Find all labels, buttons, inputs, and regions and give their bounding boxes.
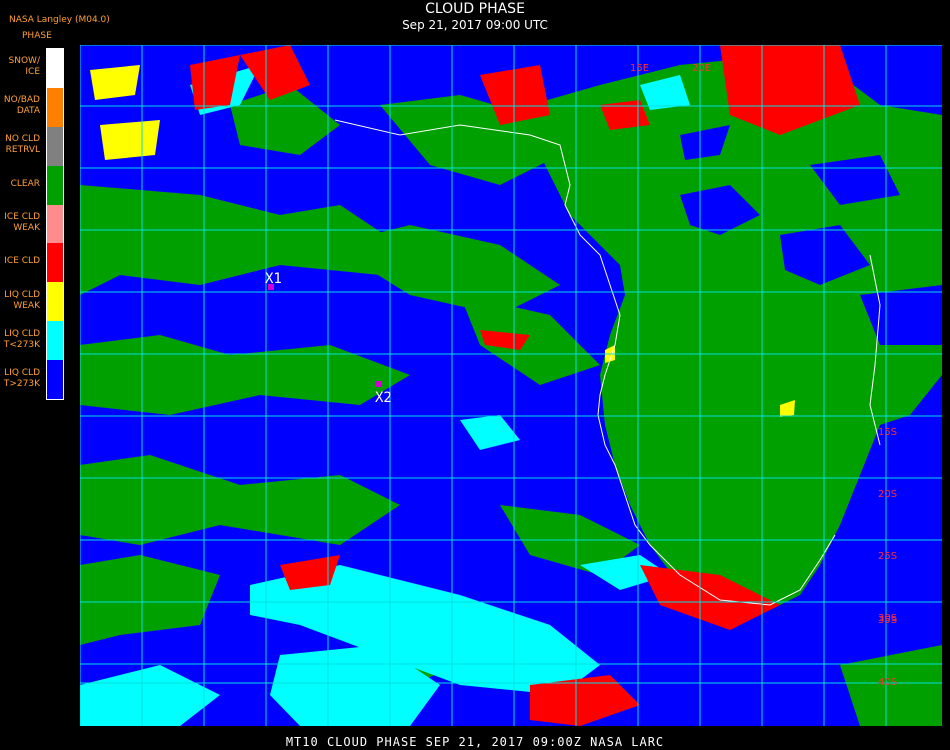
footer-caption: MT10 CLOUD PHASE SEP 21, 2017 09:00Z NAS…: [285, 735, 665, 749]
legend-swatch: [47, 165, 63, 205]
legend-label-line: ICE CLD: [4, 256, 40, 267]
legend-swatch: [47, 360, 63, 399]
marker-x1-label: X1: [265, 271, 282, 287]
legend-label-line: ICE CLD: [4, 212, 40, 222]
legend-label: NO/BAD DATA: [0, 95, 40, 117]
latitude-label: 35S: [878, 615, 897, 626]
legend-label-line: NO/BAD: [3, 95, 40, 106]
legend-label-line: DATA: [16, 106, 40, 117]
latitude-label: 20S: [878, 489, 897, 500]
legend-label: ICE CLD: [0, 256, 40, 267]
legend-label-line: T<273K: [3, 339, 40, 350]
legend-label-line: T>273K: [3, 378, 40, 389]
legend-label: SNOW/ICE: [0, 56, 40, 78]
marker-x2-point: [376, 381, 382, 387]
legend-label-line: LIQ CLD: [4, 289, 40, 300]
legend-label-line: CLEAR: [10, 178, 40, 189]
latitude-label: 40S: [878, 677, 897, 688]
satellite-map[interactable]: 15S 20S 25S 30S 35S 40S 15E 20E X1 X2: [80, 45, 942, 726]
latitude-label: 25S: [878, 551, 897, 562]
legend-label-line: RETRVL: [5, 145, 40, 156]
legend-swatch: [47, 243, 63, 283]
longitude-label: 20E: [692, 63, 711, 74]
legend-label-line: WEAK: [13, 223, 40, 233]
legend-swatch: [47, 87, 63, 127]
marker-x2-label: X2: [375, 390, 392, 406]
legend-label-line: WEAK: [13, 300, 40, 311]
legend-label-line: NO CLD: [5, 134, 40, 145]
latitude-label: 15S: [878, 427, 897, 438]
legend-label: CLEAR: [0, 179, 40, 190]
legend-label-line: ICE: [25, 67, 40, 78]
legend-swatch: [47, 49, 63, 88]
image-datetime: Sep 21, 2017 09:00 UTC: [402, 18, 548, 32]
legend-label: LIQ CLD WEAK: [0, 290, 40, 312]
legend-label-line: LIQ CLD: [4, 367, 40, 378]
legend-label-line: LIQ CLD: [4, 328, 40, 339]
product-label: PHASE: [22, 31, 52, 41]
legend-swatch: [47, 204, 63, 244]
legend-label: NO CLD RETRVL: [0, 134, 40, 156]
legend-label: LIQ CLD T<273K: [0, 329, 40, 351]
image-title: CLOUD PHASE: [425, 1, 525, 17]
legend-colorbar: [46, 48, 64, 400]
legend-label: LIQ CLD T>273K: [0, 368, 40, 390]
longitude-label: 15E: [630, 63, 649, 74]
legend-swatch: [47, 321, 63, 361]
legend-label: ICE CLD WEAK: [0, 212, 40, 234]
legend-swatch: [47, 126, 63, 166]
legend-label-line: SNOW/: [8, 56, 40, 67]
legend-swatch: [47, 282, 63, 322]
